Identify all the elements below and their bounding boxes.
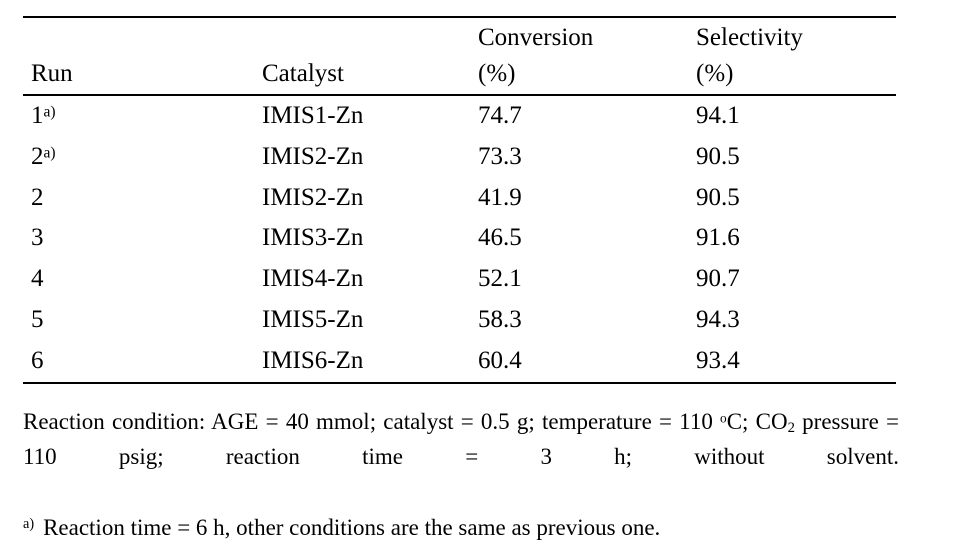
- table-row: 3 IMIS3-Zn 46.5 91.6: [23, 218, 896, 259]
- run-number: 3: [31, 224, 44, 252]
- table-row: 5 IMIS5-Zn 58.3 94.3: [23, 300, 896, 341]
- cell-run: 1a): [23, 95, 254, 137]
- subscript-two: 2: [787, 420, 795, 437]
- cell-conversion: 73.3: [478, 142, 522, 170]
- degree-symbol: o: [720, 410, 727, 426]
- table-row: 2 IMIS2-Zn 41.9 90.5: [23, 178, 896, 219]
- cell-selectivity: 93.4: [688, 340, 896, 384]
- cell-selectivity: 90.5: [696, 142, 740, 170]
- table-footnotes: Reaction condition: AGE = 40 mmol; catal…: [23, 404, 899, 545]
- cell-conversion: 52.1: [478, 265, 522, 293]
- footnote-a-text: Reaction time = 6 h, other conditions ar…: [43, 515, 661, 540]
- table-body: 1a) IMIS1-Zn 74.7 94.1 2a) IMIS2-Zn 73.3…: [23, 95, 896, 384]
- cell-run: 6: [23, 340, 254, 384]
- cell-run: 4: [23, 259, 254, 300]
- column-header-selectivity-label: Selectivity: [696, 24, 803, 51]
- cell-catalyst: IMIS4-Zn: [262, 265, 364, 293]
- cell-catalyst: IMIS3-Zn: [262, 224, 364, 252]
- run-number: 6: [31, 346, 44, 374]
- cell-catalyst: IMIS2-Zn: [262, 142, 364, 170]
- column-header-catalyst: Catalyst: [254, 16, 470, 96]
- cell-run: 5: [23, 300, 254, 341]
- cell-selectivity: 90.5: [696, 183, 740, 211]
- cell-selectivity: 90.7: [696, 265, 740, 293]
- column-header-selectivity-unit: (%): [696, 59, 734, 87]
- cell-selectivity: 94.1: [696, 102, 740, 129]
- column-header-selectivity: Selectivity (%): [688, 16, 896, 96]
- column-header-conversion-unit: (%): [478, 59, 516, 87]
- run-number: 2: [31, 183, 44, 211]
- cell-conversion: 46.5: [478, 224, 522, 252]
- run-number: 1: [31, 102, 44, 129]
- cell-run: 2: [23, 178, 254, 219]
- table-row: 2a) IMIS2-Zn 73.3 90.5: [23, 137, 896, 178]
- cell-catalyst: IMIS2-Zn: [262, 183, 364, 211]
- table-figure: Run Catalyst Conversion (%) Selectivity …: [0, 0, 979, 540]
- footnote-marker: a): [43, 144, 56, 162]
- footnote-reaction-condition: Reaction condition: AGE = 40 mmol; catal…: [23, 404, 899, 509]
- footnote-condition-part1: Reaction condition: AGE = 40 mmol; catal…: [23, 409, 721, 434]
- run-number: 2: [31, 142, 44, 170]
- table-header-row: Run Catalyst Conversion (%) Selectivity …: [23, 16, 896, 96]
- column-header-catalyst-label: Catalyst: [262, 59, 344, 87]
- cell-run: 2a): [23, 137, 254, 178]
- results-table-container: Run Catalyst Conversion (%) Selectivity …: [23, 16, 896, 384]
- footnote-a: a) Reaction time = 6 h, other conditions …: [23, 510, 878, 545]
- cell-conversion: 41.9: [478, 183, 522, 211]
- cell-catalyst: IMIS1-Zn: [262, 102, 364, 129]
- run-number: 5: [31, 305, 44, 333]
- cell-conversion: 58.3: [478, 305, 522, 333]
- table-row: 4 IMIS4-Zn 52.1 90.7: [23, 259, 896, 300]
- cell-run: 3: [23, 218, 254, 259]
- table-row: 6 IMIS6-Zn 60.4 93.4: [23, 340, 896, 384]
- footnote-a-marker: a): [23, 515, 35, 532]
- cell-conversion: 60.4: [470, 340, 688, 384]
- column-header-conversion: Conversion (%): [470, 16, 688, 96]
- cell-catalyst: IMIS6-Zn: [254, 340, 470, 384]
- cell-selectivity: 91.6: [696, 224, 740, 252]
- cell-catalyst: IMIS5-Zn: [262, 305, 364, 333]
- column-header-conversion-label: Conversion: [478, 24, 594, 51]
- table-header: Run Catalyst Conversion (%) Selectivity …: [23, 16, 896, 96]
- footnote-condition-part2: C; CO: [726, 409, 788, 434]
- cell-selectivity: 94.3: [696, 305, 740, 333]
- table-row: 1a) IMIS1-Zn 74.7 94.1: [23, 95, 896, 137]
- cell-conversion: 74.7: [478, 102, 522, 129]
- results-table: Run Catalyst Conversion (%) Selectivity …: [23, 16, 896, 384]
- footnote-marker: a): [43, 103, 56, 121]
- column-header-run-label: Run: [31, 59, 73, 87]
- column-header-run: Run: [23, 16, 254, 96]
- run-number: 4: [31, 265, 44, 293]
